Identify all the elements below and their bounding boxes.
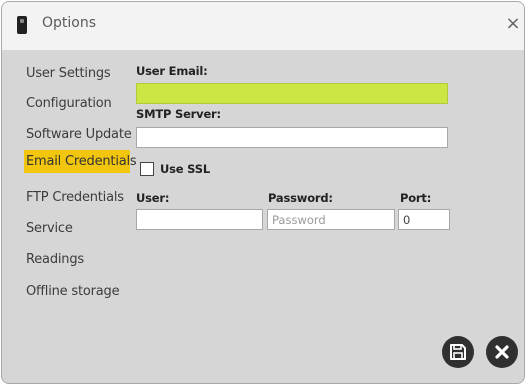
smtp-server-field[interactable]	[136, 127, 448, 148]
password-field[interactable]: Password	[267, 209, 395, 230]
sidebar-item-configuration[interactable]: Configuration	[24, 92, 114, 115]
sidebar-item-readings[interactable]: Readings	[24, 248, 86, 271]
use-ssl-checkbox[interactable]	[140, 162, 154, 176]
user-label: User:	[136, 191, 170, 205]
close-button[interactable]	[486, 336, 518, 368]
sidebar-item-service[interactable]: Service	[24, 217, 75, 240]
close-icon	[495, 345, 509, 359]
port-field[interactable]: 0	[398, 209, 450, 230]
sidebar-item-ftp-credentials[interactable]: FTP Credentials	[24, 186, 126, 209]
password-label: Password:	[268, 191, 333, 205]
title-bar: Options ×	[2, 2, 524, 50]
password-placeholder: Password	[272, 213, 326, 227]
port-label: Port:	[400, 191, 432, 205]
window-title: Options	[42, 15, 97, 31]
sidebar-item-offline-storage[interactable]: Offline storage	[24, 280, 121, 303]
app-icon	[17, 16, 27, 34]
user-field[interactable]	[136, 209, 263, 230]
window-close-button[interactable]: ×	[502, 12, 524, 36]
sidebar-item-software-update[interactable]: Software Update	[24, 123, 134, 146]
sidebar-item-user-settings[interactable]: User Settings	[24, 62, 112, 85]
save-icon	[450, 344, 466, 360]
save-button[interactable]	[442, 336, 474, 368]
user-email-label: User Email:	[136, 64, 208, 78]
smtp-server-label: SMTP Server:	[136, 107, 221, 121]
options-window: Options × User Settings Configuration So…	[1, 1, 525, 384]
user-email-field[interactable]	[136, 83, 448, 104]
sidebar-item-email-credentials[interactable]: Email Credentials	[24, 150, 137, 173]
use-ssl-label: Use SSL	[160, 162, 210, 176]
